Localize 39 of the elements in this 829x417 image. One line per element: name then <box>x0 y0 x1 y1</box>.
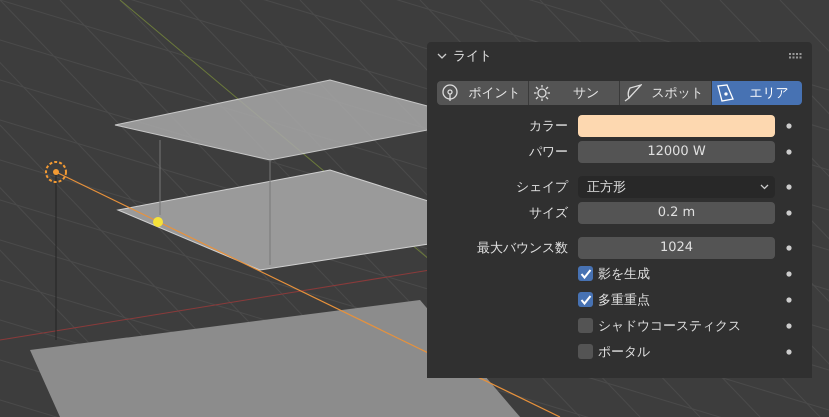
checkbox-label: 影を生成 <box>598 266 650 282</box>
keyframe-dot-icon[interactable] <box>786 122 792 128</box>
property-label: シェイプ <box>515 178 570 196</box>
checkbox[interactable] <box>578 292 593 307</box>
keyframe-dot-icon[interactable] <box>786 296 792 302</box>
property-label: カラー <box>528 118 569 134</box>
keyframe-dot-icon[interactable] <box>786 244 792 250</box>
spotlight-icon <box>624 84 642 102</box>
sun-icon <box>532 84 550 102</box>
keyframe-dot-icon[interactable] <box>786 322 792 328</box>
caret-icon <box>760 184 769 190</box>
number-field[interactable]: 0.2 m <box>578 202 775 224</box>
checkbox-label: シャドウコースティクス <box>598 318 741 334</box>
number-field[interactable]: 12000 W <box>578 140 775 162</box>
property-label: 最大バウンス数 <box>476 240 569 256</box>
color-swatch[interactable] <box>578 114 775 136</box>
number-field[interactable]: 1024 <box>578 236 775 258</box>
keyframe-dot-icon[interactable] <box>786 348 792 354</box>
checkbox-label: ポータル <box>598 344 650 360</box>
checkbox-label: 多重重点 <box>598 292 650 308</box>
light-type-tab[interactable]: エリア <box>712 81 802 105</box>
checkbox[interactable] <box>578 344 593 359</box>
chevron-icon[interactable] <box>437 52 447 60</box>
keyframe-dot-icon[interactable] <box>786 148 792 154</box>
light-type-tab[interactable]: スポット <box>620 81 712 105</box>
property-label: パワー <box>528 144 569 160</box>
light-type-tab[interactable]: サン <box>528 81 620 105</box>
keyframe-dot-icon[interactable] <box>786 184 792 190</box>
property-label: サイズ <box>528 204 569 222</box>
bulb-icon <box>441 84 459 102</box>
panel-title: ライト <box>453 48 493 65</box>
checkbox[interactable] <box>578 266 593 281</box>
light-type-tab[interactable]: ポイント <box>437 81 528 105</box>
drag-handle-icon[interactable] <box>789 53 803 59</box>
shape-dropdown[interactable]: 正方形 <box>578 176 775 198</box>
keyframe-dot-icon[interactable] <box>786 210 792 216</box>
checkbox[interactable] <box>578 318 593 333</box>
area-light-icon <box>716 84 734 102</box>
keyframe-dot-icon[interactable] <box>786 270 792 276</box>
